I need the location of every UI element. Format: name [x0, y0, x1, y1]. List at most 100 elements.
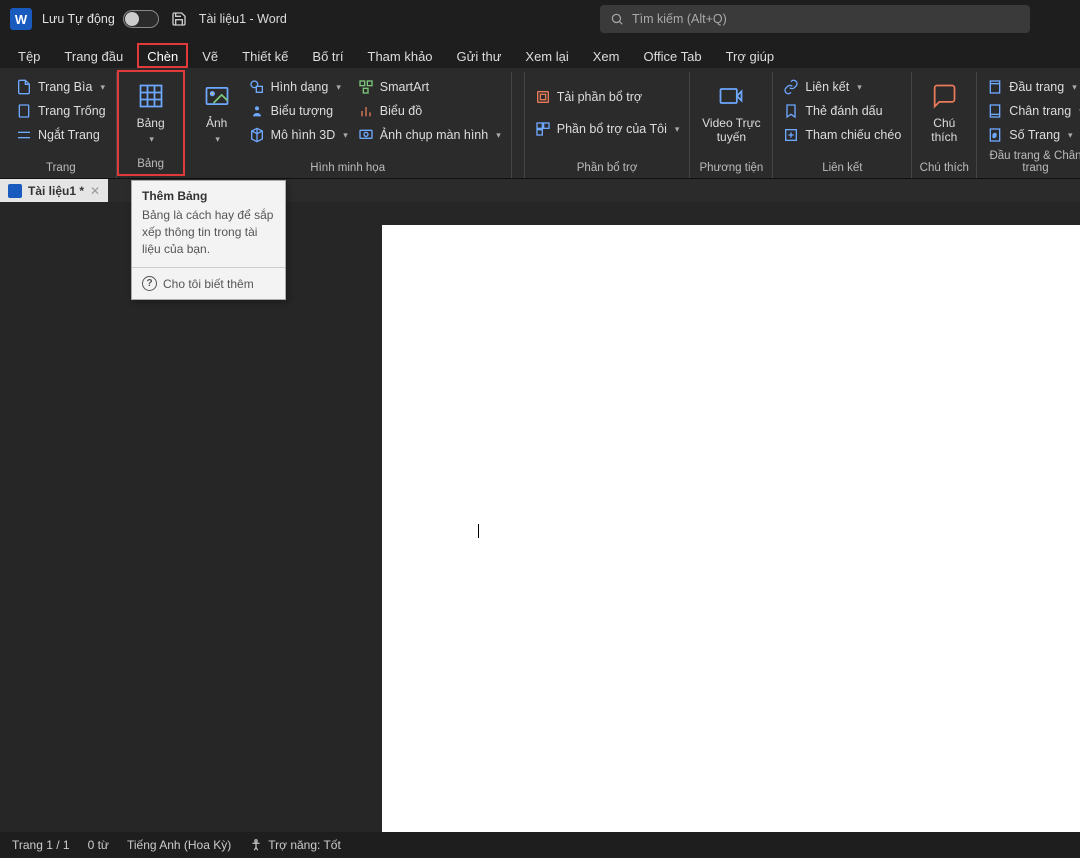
table-button[interactable]: Bảng ▾ — [125, 76, 177, 149]
word-app-icon: W — [10, 8, 32, 30]
cube-icon — [249, 127, 265, 143]
table-tooltip: Thêm Bảng Bảng là cách hay để sắp xếp th… — [131, 180, 286, 300]
group-headerfooter: Đầu trang▾ Chân trang▾ # Số Trang▾ Đầu t… — [977, 72, 1080, 178]
pictures-button[interactable]: Ảnh ▾ — [191, 76, 243, 149]
tab-references[interactable]: Tham khảo — [358, 43, 443, 68]
3dmodel-button[interactable]: Mô hình 3D ▾ — [245, 124, 352, 146]
titlebar: W Lưu Tự động Tài liệu1 - Word Tìm kiếm … — [0, 0, 1080, 38]
comment-icon — [928, 80, 960, 112]
tab-draw[interactable]: Vẽ — [192, 43, 228, 68]
link-button[interactable]: Liên kết ▾ — [779, 76, 905, 98]
chevron-down-icon: ▾ — [100, 82, 105, 93]
document-tab-name: Tài liệu1 * — [28, 184, 84, 198]
footer-button[interactable]: Chân trang▾ — [983, 100, 1080, 122]
tab-view[interactable]: Xem — [583, 43, 630, 68]
tab-file[interactable]: Tệp — [8, 43, 50, 68]
help-icon: ? — [142, 276, 157, 291]
addin-icon — [535, 121, 551, 137]
pagenum-icon: # — [987, 127, 1003, 143]
comment-button[interactable]: Chú thích — [918, 76, 970, 149]
page-break-button[interactable]: Ngắt Trang — [12, 124, 110, 146]
save-icon[interactable] — [171, 11, 187, 27]
status-wordcount[interactable]: 0 từ — [88, 838, 109, 852]
group-label-tables: Bảng — [125, 156, 177, 174]
status-page[interactable]: Trang 1 / 1 — [12, 838, 70, 852]
pagenum-button[interactable]: # Số Trang▾ — [983, 124, 1080, 146]
smartart-button[interactable]: SmartArt — [354, 76, 505, 98]
tab-design[interactable]: Thiết kế — [232, 43, 298, 68]
search-placeholder: Tìm kiếm (Alt+Q) — [632, 12, 727, 26]
document-tab[interactable]: Tài liệu1 * ✕ — [0, 179, 108, 202]
header-button[interactable]: Đầu trang▾ — [983, 76, 1080, 98]
group-label-pages: Trang — [12, 160, 110, 178]
accessibility-icon — [249, 838, 263, 852]
blank-page-button[interactable]: Trang Trống — [12, 100, 110, 122]
search-icon — [610, 12, 624, 26]
tab-mailings[interactable]: Gửi thư — [447, 43, 512, 68]
cover-page-button[interactable]: Trang Bìa▾ — [12, 76, 110, 98]
tooltip-description: Bảng là cách hay để sắp xếp thông tin tr… — [132, 207, 285, 267]
crossref-button[interactable]: Tham chiếu chéo — [779, 124, 905, 146]
text-cursor — [478, 524, 479, 538]
group-label-headerfooter: Đầu trang & Chân trang — [983, 148, 1080, 178]
link-icon — [783, 79, 799, 95]
svg-text:#: # — [993, 134, 996, 140]
autosave-label: Lưu Tự động — [42, 12, 115, 26]
group-label-addins: Phần bổ trợ — [531, 160, 684, 178]
picture-icon — [201, 80, 233, 112]
group-label-illustrations: Hình minh họa — [191, 160, 505, 178]
status-accessibility[interactable]: Trợ năng: Tốt — [249, 838, 341, 852]
tab-help[interactable]: Trợ giúp — [716, 43, 785, 68]
ribbon-tabs: Tệp Trang đầu Chèn Vẽ Thiết kế Bố trí Th… — [0, 38, 1080, 68]
screenshot-icon — [358, 127, 374, 143]
tab-review[interactable]: Xem lại — [515, 43, 578, 68]
chevron-down-icon: ▾ — [336, 82, 341, 93]
my-addins-button[interactable]: Phần bổ trợ của Tôi ▾ — [531, 118, 684, 140]
tab-officetab[interactable]: Office Tab — [634, 43, 712, 68]
group-links: Liên kết ▾ Thẻ đánh dấu Tham chiếu chéo … — [773, 72, 912, 178]
chevron-down-icon: ▾ — [1068, 130, 1073, 141]
group-media: Video Trực tuyến Phương tiện — [690, 72, 773, 178]
status-language[interactable]: Tiếng Anh (Hoa Kỳ) — [127, 838, 231, 852]
shapes-icon — [249, 79, 265, 95]
get-addins-button[interactable]: Tải phần bổ trợ — [531, 86, 684, 108]
screenshot-button[interactable]: Ảnh chụp màn hình▾ — [354, 124, 505, 146]
crossref-icon — [783, 127, 799, 143]
chevron-down-icon: ▾ — [675, 124, 680, 135]
header-icon — [987, 79, 1003, 95]
bookmark-button[interactable]: Thẻ đánh dấu — [779, 100, 905, 122]
close-icon[interactable]: ✕ — [90, 184, 100, 198]
tab-layout[interactable]: Bố trí — [302, 43, 353, 68]
group-label-media: Phương tiện — [696, 160, 766, 178]
autosave-toggle[interactable] — [123, 10, 159, 28]
group-label-links: Liên kết — [779, 160, 905, 178]
document-title: Tài liệu1 - Word — [199, 12, 287, 26]
group-pages: Trang Bìa▾ Trang Trống Ngắt Trang Trang — [6, 72, 117, 178]
smartart-icon — [358, 79, 374, 95]
online-video-button[interactable]: Video Trực tuyến — [696, 76, 766, 149]
chevron-down-icon: ▾ — [215, 134, 220, 145]
group-tables: Bảng ▾ Bảng — [117, 70, 185, 176]
chart-button[interactable]: Biểu đồ — [354, 100, 505, 122]
footer-icon — [987, 103, 1003, 119]
icons-icon — [249, 103, 265, 119]
tab-home[interactable]: Trang đầu — [54, 43, 133, 68]
page-icon — [16, 103, 32, 119]
video-icon — [715, 80, 747, 112]
ribbon: Trang Bìa▾ Trang Trống Ngắt Trang Trang … — [0, 68, 1080, 178]
word-doc-icon — [8, 184, 22, 198]
tab-insert[interactable]: Chèn — [137, 43, 188, 68]
chevron-down-icon: ▾ — [496, 130, 501, 141]
search-box[interactable]: Tìm kiếm (Alt+Q) — [600, 5, 1030, 33]
icons-button[interactable]: Biểu tượng — [245, 100, 352, 122]
tooltip-tell-me-more[interactable]: ? Cho tôi biết thêm — [132, 267, 285, 299]
break-icon — [16, 127, 32, 143]
spacer — [512, 72, 525, 178]
statusbar: Trang 1 / 1 0 từ Tiếng Anh (Hoa Kỳ) Trợ … — [0, 832, 1080, 858]
page[interactable] — [382, 225, 1080, 832]
shapes-button[interactable]: Hình dạng▾ — [245, 76, 352, 98]
chart-icon — [358, 103, 374, 119]
chevron-down-icon: ▾ — [343, 130, 348, 141]
group-comments: Chú thích Chú thích — [912, 72, 977, 178]
group-addins: Tải phần bổ trợ Phần bổ trợ của Tôi ▾ Ph… — [525, 72, 691, 178]
